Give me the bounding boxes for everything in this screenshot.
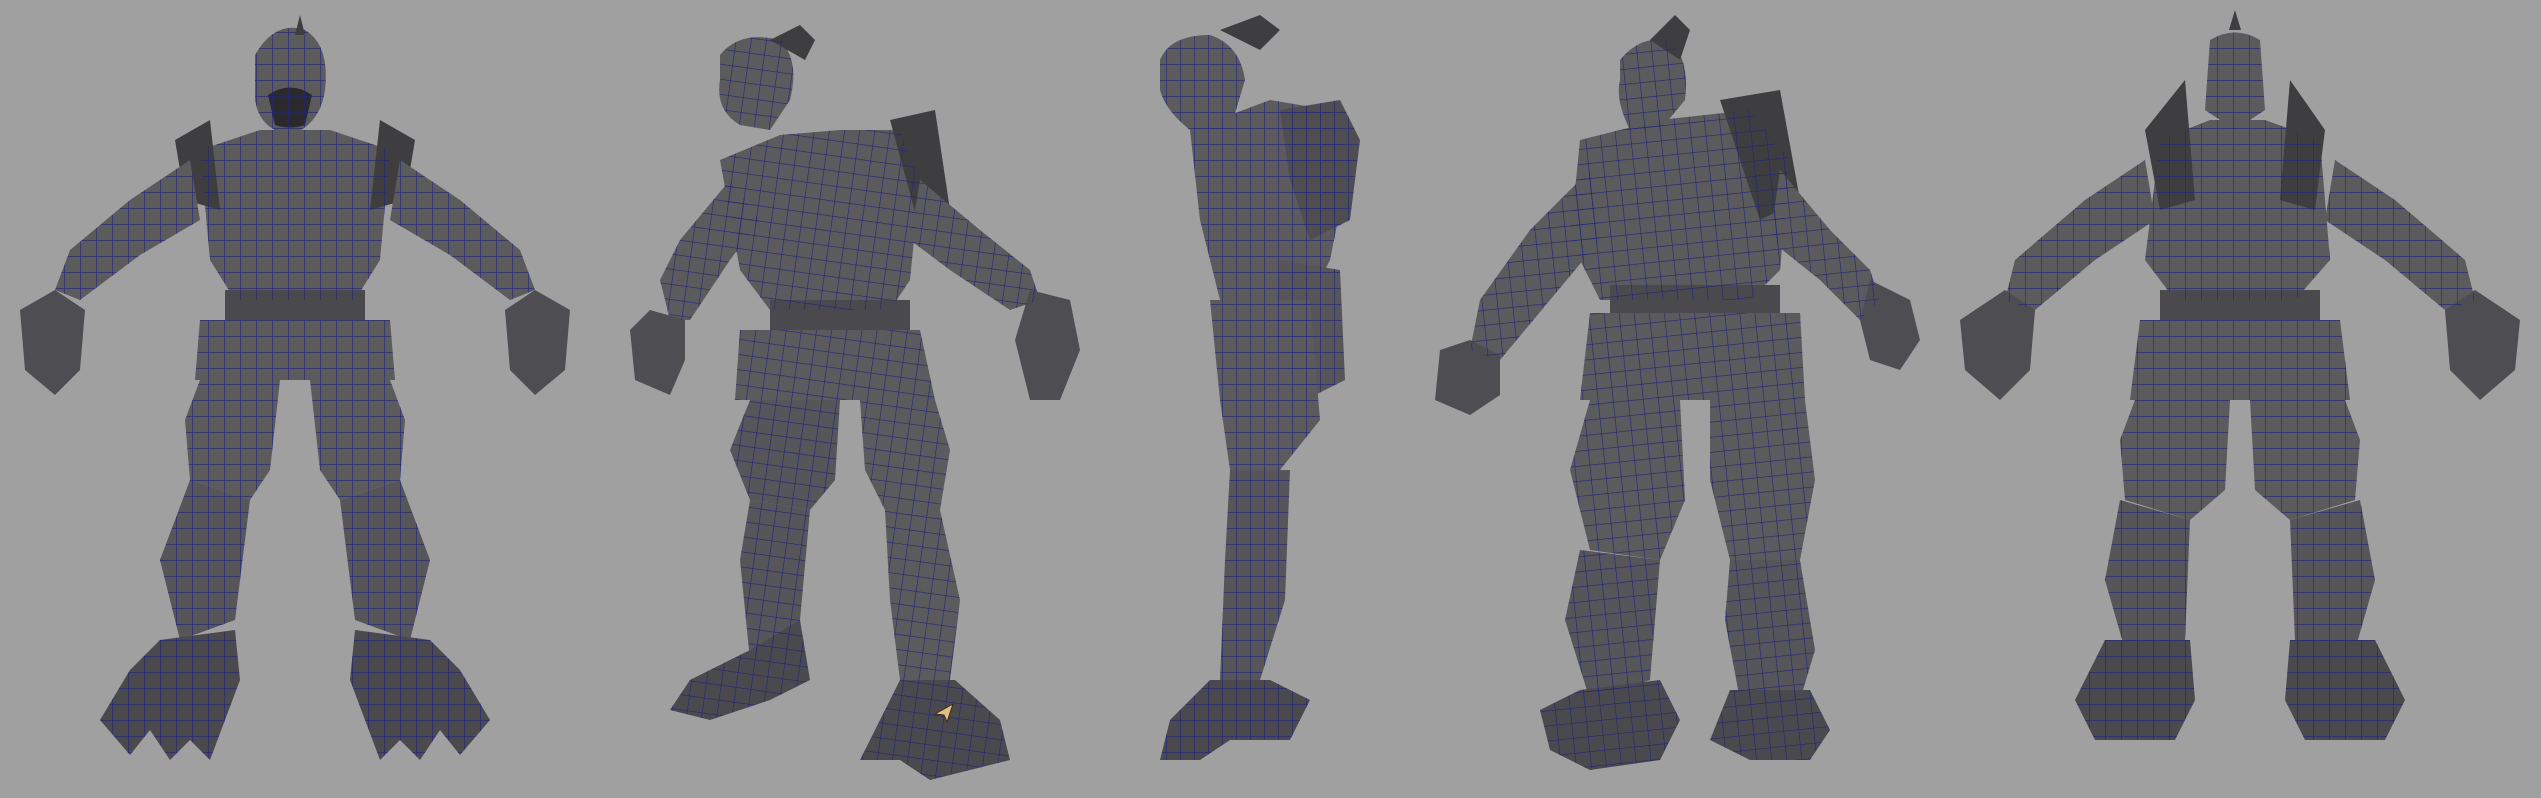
arrow-cursor-icon	[933, 702, 955, 724]
creature-three-quarter-back-view	[1420, 0, 1940, 798]
creature-mesh-three-quarter	[630, 25, 1080, 780]
3d-viewport[interactable]	[0, 0, 2541, 798]
creature-front-view	[0, 0, 580, 798]
creature-mesh-side	[1160, 15, 1360, 760]
creature-mesh-three-quarter-back	[1435, 15, 1920, 770]
creature-mesh-back	[1960, 10, 2520, 740]
creature-three-quarter-view	[590, 0, 1110, 798]
creature-side-view	[1110, 0, 1410, 798]
creature-mesh-front	[20, 15, 570, 760]
creature-back-view	[1945, 0, 2541, 798]
